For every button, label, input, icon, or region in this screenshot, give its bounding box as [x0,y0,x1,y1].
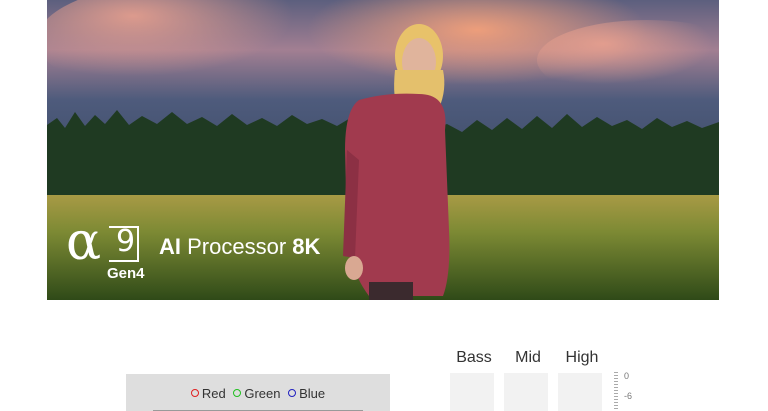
legend-label-green: Green [244,386,281,401]
eq-band-label-high: High [565,349,599,366]
blue-circle-icon [288,389,297,397]
alpha-logo-glyph: α [66,212,102,272]
processor-title: AI Processor 8K [159,234,320,260]
eq-band-high[interactable] [558,373,602,411]
color-legend-panel: Red Green Blue [126,374,390,411]
legend-item-red[interactable]: Red [190,386,226,401]
legend-item-blue[interactable]: Blue [288,386,325,401]
eq-band-bass[interactable] [450,373,494,411]
red-circle-icon [190,389,199,397]
eq-band-label-bass: Bass [456,349,492,366]
eq-band-label-mid: Mid [515,349,541,366]
legend-label-blue: Blue [299,386,326,401]
page: α 9 Gen4 AI Processor 8K Red Green Blue … [0,0,768,411]
processor-ai-text: AI [159,234,181,259]
eq-level-ticks [614,372,618,411]
color-legend: Red Green Blue [126,386,390,401]
eq-scale-label-0: 0 [624,371,630,381]
generation-label: Gen4 [107,265,145,282]
eq-band-mid[interactable] [504,373,548,411]
green-circle-icon [233,389,242,397]
processor-logo: α 9 Gen4 AI Processor 8K [66,216,346,284]
nine-logo-number: 9 [116,224,136,259]
legend-label-red: Red [201,386,226,401]
eq-scale-label-minus-6: -6 [624,391,633,401]
legend-item-green[interactable]: Green [233,386,280,401]
processor-word-text: Processor [187,234,287,259]
processor-resolution-text: 8K [292,234,321,259]
